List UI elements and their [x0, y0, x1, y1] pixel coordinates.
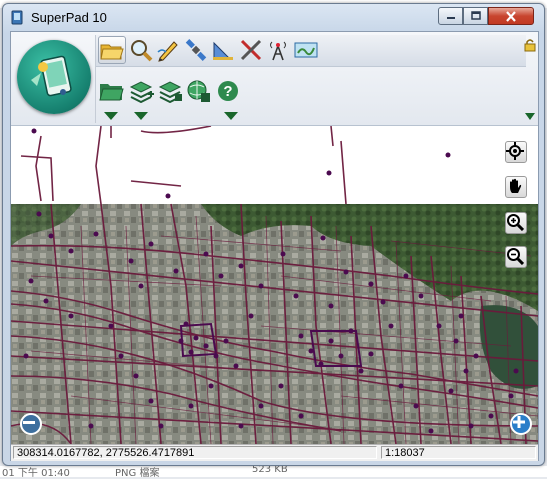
tools-icon — [240, 39, 262, 61]
close-icon — [506, 10, 516, 22]
zoom-out-button[interactable] — [505, 246, 527, 268]
zoom-in-round-button[interactable] — [510, 413, 532, 435]
app-window: SuperPad 10 ? 308314.0167782, 2775526.47… — [2, 3, 545, 466]
scale-readout: 1:18037 — [381, 446, 536, 459]
dropdown-arrow-layers[interactable] — [134, 112, 148, 120]
svg-text:?: ? — [223, 83, 232, 100]
zoom-in-button[interactable] — [505, 212, 527, 234]
help-icon: ? — [218, 81, 238, 101]
map-view-button[interactable] — [292, 36, 320, 64]
close-button[interactable] — [488, 7, 534, 25]
pan-hand-icon — [510, 178, 522, 193]
search-button[interactable] — [127, 36, 155, 64]
measure-button[interactable] — [209, 36, 237, 64]
edit-layers-button[interactable] — [156, 77, 184, 105]
edit-pencil-icon — [157, 41, 178, 62]
zoom-out-round-button[interactable] — [20, 413, 42, 435]
measure-ruler-icon — [213, 41, 233, 60]
edit-button[interactable] — [154, 36, 182, 64]
desktop-background-bottom: 01 下午 01:40 PNG 檔案 523 KB — [0, 464, 547, 479]
status-bar: 308314.0167782, 2775526.4717891 1:18037 — [11, 444, 538, 461]
coordinates-readout: 308314.0167782, 2775526.4717891 — [13, 446, 377, 459]
wireless-button[interactable] — [264, 36, 292, 64]
minimize-icon — [446, 17, 455, 19]
antenna-icon — [270, 41, 286, 61]
pan-button[interactable] — [505, 176, 527, 198]
coordinate-system-button[interactable] — [185, 77, 213, 105]
help-button[interactable]: ? — [214, 77, 242, 105]
plus-icon — [513, 416, 525, 428]
toolbar-overflow-arrow[interactable] — [525, 113, 535, 120]
gps-button[interactable] — [182, 36, 210, 64]
layers-edit-icon — [158, 81, 182, 103]
title-bar[interactable]: SuperPad 10 — [3, 4, 544, 30]
map-drawing — [11, 126, 538, 444]
tools-button[interactable] — [237, 36, 265, 64]
map-canvas[interactable] — [11, 126, 538, 444]
satellite-icon — [185, 39, 207, 61]
layers-add-icon — [129, 81, 154, 103]
app-icon — [11, 10, 23, 25]
lock-icon[interactable] — [524, 38, 536, 52]
map-view-icon — [294, 42, 318, 58]
maximize-icon — [470, 11, 481, 20]
minimize-button[interactable] — [438, 7, 463, 25]
window-title: SuperPad 10 — [31, 10, 107, 25]
locate-icon — [506, 142, 524, 160]
dropdown-arrow-open[interactable] — [104, 112, 118, 120]
dropdown-arrow-help[interactable] — [224, 112, 238, 120]
zoom-in-icon — [507, 214, 524, 231]
search-icon — [131, 40, 153, 62]
superpad-logo — [17, 40, 91, 114]
main-area: ? 308314.0167782, 2775526.4717891 1:1803… — [10, 31, 539, 461]
minus-icon — [23, 421, 35, 424]
open-folder-icon — [100, 44, 124, 60]
maximize-button[interactable] — [463, 7, 488, 25]
toolbar: ? — [11, 32, 538, 126]
open-folder-button[interactable] — [98, 36, 126, 64]
zoom-out-icon — [507, 248, 524, 265]
add-layer-button[interactable] — [127, 77, 155, 105]
toolbar-row-main — [96, 35, 526, 67]
globe-icon — [187, 80, 210, 102]
open-project-button[interactable] — [98, 77, 126, 105]
folder-open-icon — [99, 84, 124, 101]
locate-button[interactable] — [505, 141, 527, 163]
